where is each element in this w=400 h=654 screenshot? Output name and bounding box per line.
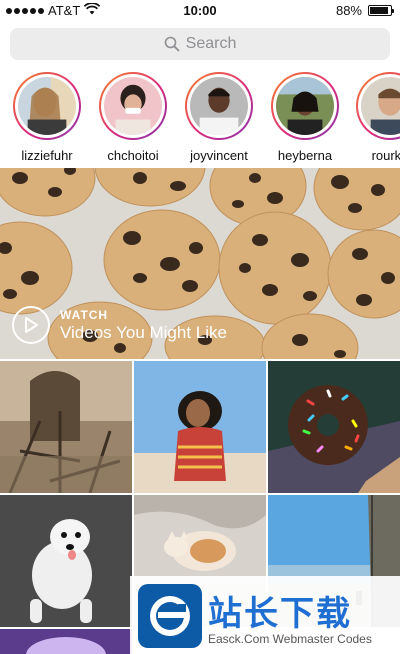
story-item[interactable]: rourke	[354, 72, 400, 163]
status-bar: AT&T 10:00 88%	[0, 0, 400, 22]
search-placeholder: Search	[185, 35, 237, 52]
story-username: heyberna	[277, 148, 333, 163]
search-input[interactable]: Search	[10, 28, 390, 60]
avatar	[361, 77, 400, 135]
battery-icon	[368, 5, 394, 16]
watermark-sub-text: Easck.Com Webmaster Codes	[208, 632, 372, 646]
avatar	[190, 77, 248, 135]
beach-woman-photo[interactable]	[134, 361, 266, 493]
story-item[interactable]: joyvincent	[183, 72, 255, 163]
white-dog-photo[interactable]	[0, 495, 132, 627]
tree-shadow-photo[interactable]	[0, 361, 132, 493]
avatar	[18, 77, 76, 135]
story-item[interactable]: lizziefuhr	[11, 72, 83, 163]
watermark: 站长下载 Easck.Com Webmaster Codes	[130, 576, 400, 654]
video-eyebrow: WATCH	[60, 307, 109, 322]
story-username: lizziefuhr	[21, 148, 73, 163]
battery-percent: 88%	[335, 3, 362, 18]
purple-light-photo[interactable]	[0, 629, 132, 654]
story-username: chchoitoi	[107, 148, 159, 163]
sprinkled-donut-photo[interactable]	[268, 361, 400, 493]
avatar	[276, 77, 334, 135]
video-overlay: WATCH Videos You Might Like	[12, 306, 227, 344]
play-icon[interactable]	[12, 306, 50, 344]
battery-fill	[370, 7, 388, 14]
story-username: joyvincent	[190, 148, 248, 163]
status-right: 88%	[335, 3, 394, 18]
avatar	[104, 77, 162, 135]
search-icon	[164, 36, 180, 52]
video-title: Videos You Might Like	[60, 322, 227, 342]
story-username: rourke	[371, 148, 400, 163]
videos-you-might-like-card[interactable]: WATCH Videos You Might Like	[0, 168, 400, 359]
story-item[interactable]: chchoitoi	[97, 72, 169, 163]
story-item[interactable]: heyberna	[269, 72, 341, 163]
stories-tray[interactable]: lizziefuhr chchoitoi joyvincent heyberna…	[0, 70, 400, 166]
easck-logo-icon	[138, 584, 202, 648]
watermark-main-text: 站长下载	[208, 594, 352, 634]
